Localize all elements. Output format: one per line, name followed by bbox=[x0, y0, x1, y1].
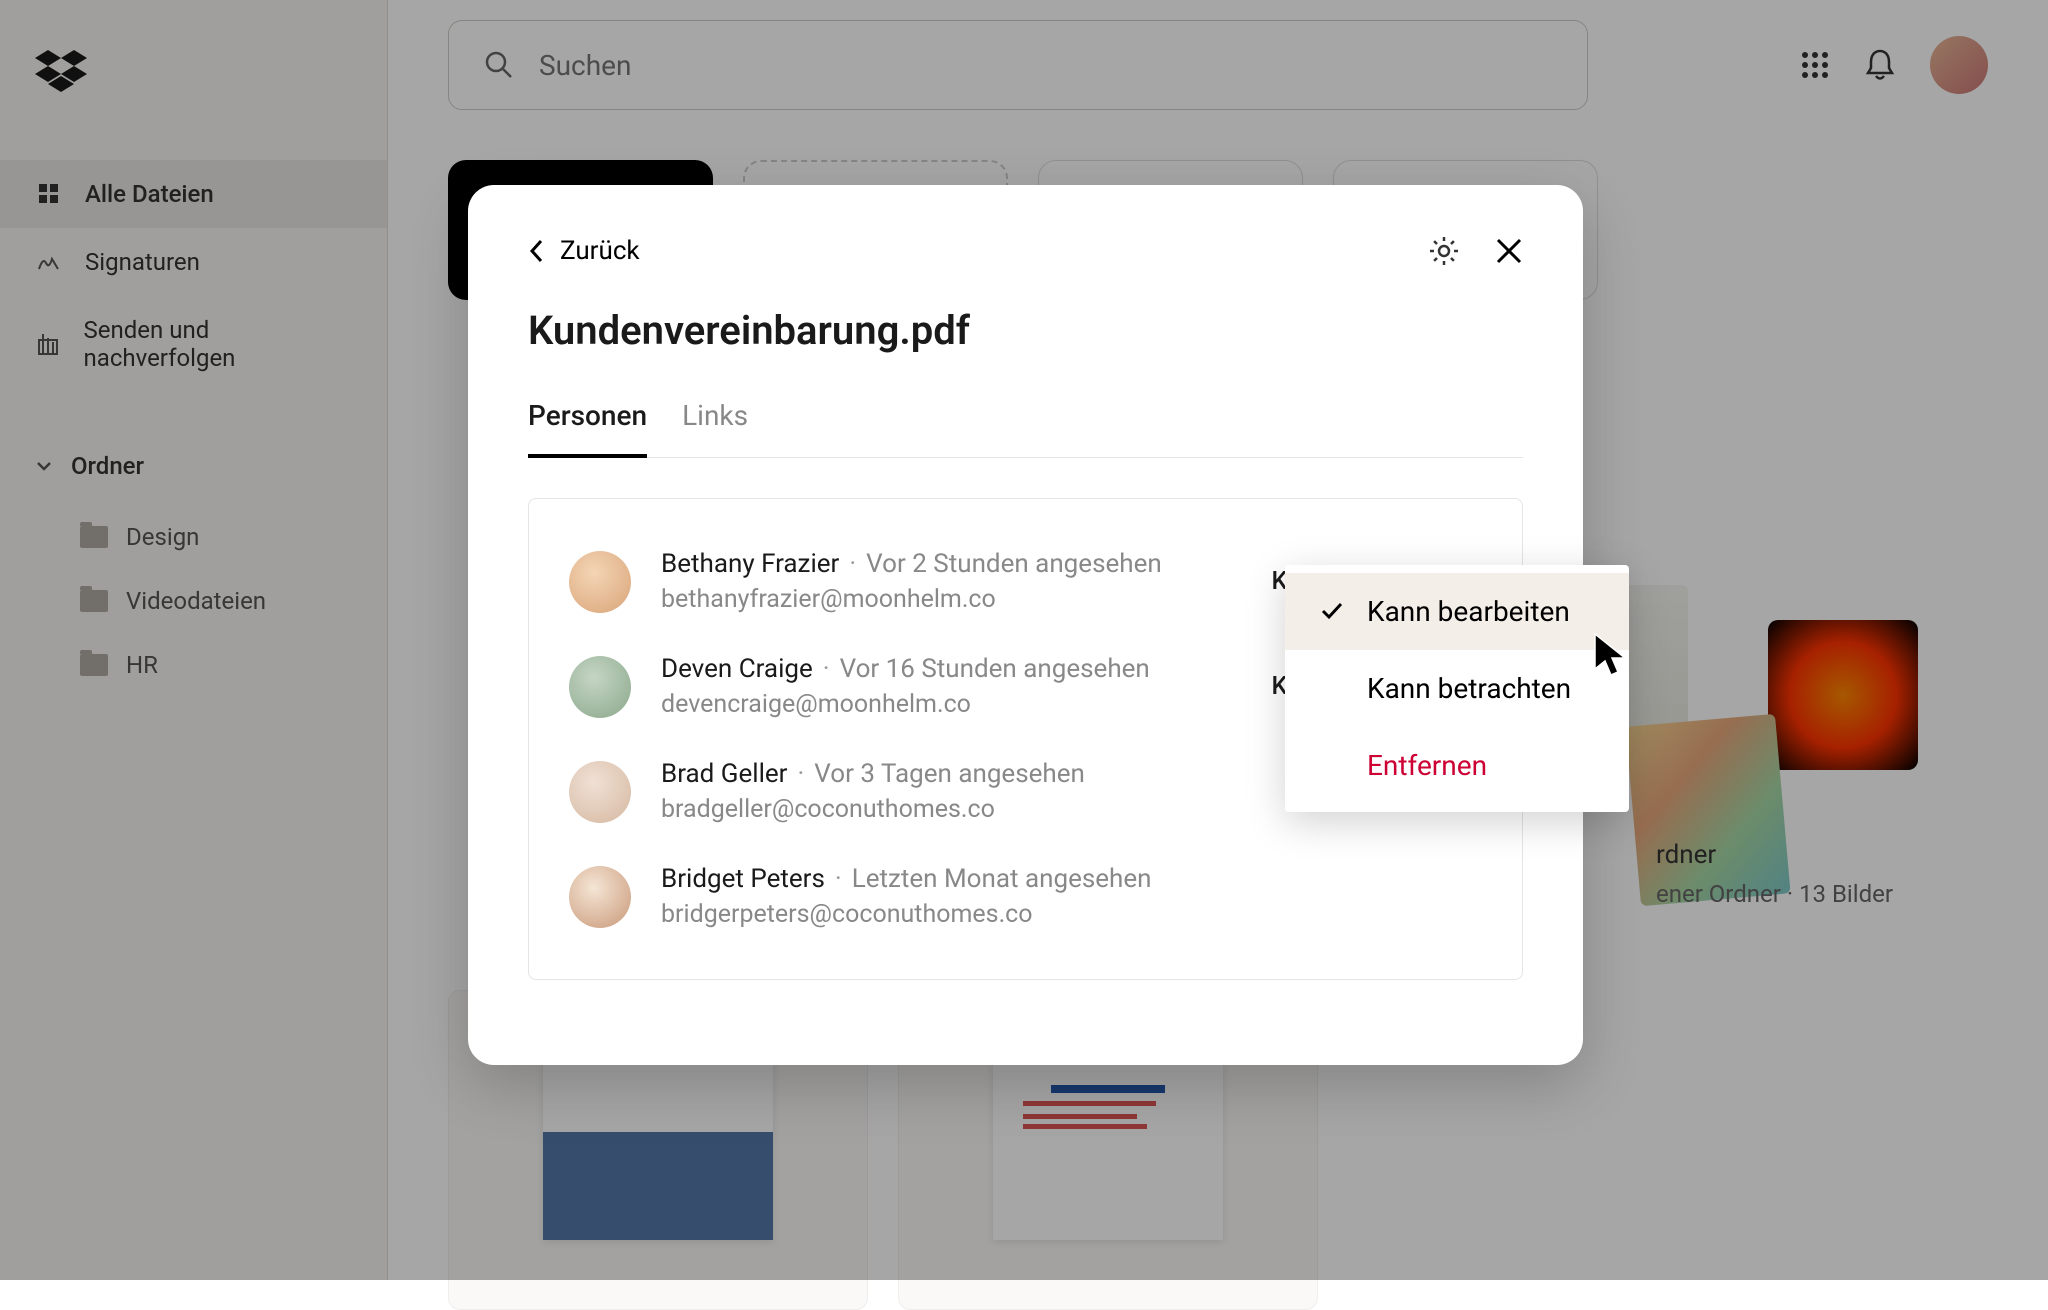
menu-item-label: Entfernen bbox=[1355, 749, 1594, 782]
person-name: Bridget Peters bbox=[661, 864, 825, 894]
person-avatar bbox=[569, 866, 631, 928]
person-name: Deven Craige bbox=[661, 654, 813, 684]
cursor-icon bbox=[1592, 631, 1634, 683]
person-meta: Letzten Monat angesehen bbox=[852, 864, 1152, 894]
person-avatar bbox=[569, 761, 631, 823]
modal-tabs: Personen Links bbox=[528, 399, 1523, 458]
gear-icon[interactable] bbox=[1428, 235, 1460, 267]
person-meta: Vor 16 Stunden angesehen bbox=[840, 654, 1150, 684]
close-icon[interactable] bbox=[1495, 237, 1523, 265]
menu-item-label: Kann betrachten bbox=[1355, 672, 1594, 705]
tab-links[interactable]: Links bbox=[682, 399, 748, 457]
back-button[interactable]: Zurück bbox=[528, 236, 640, 266]
person-email: bethanyfrazier@moonhelm.co bbox=[661, 585, 1241, 614]
back-label: Zurück bbox=[560, 236, 640, 266]
person-email: devencraige@moonhelm.co bbox=[661, 690, 1241, 719]
person-name: Bethany Frazier bbox=[661, 549, 839, 579]
person-meta: Vor 3 Tagen angesehen bbox=[814, 759, 1085, 789]
menu-item-label: Kann bearbeiten bbox=[1355, 595, 1594, 628]
menu-item-view[interactable]: Kann betrachten bbox=[1285, 650, 1629, 727]
menu-item-edit[interactable]: Kann bearbeiten bbox=[1285, 573, 1629, 650]
person-name: Brad Geller bbox=[661, 759, 788, 789]
permission-menu: Kann bearbeiten Kann betrachten Entferne… bbox=[1285, 565, 1629, 812]
menu-item-remove[interactable]: Entfernen bbox=[1285, 727, 1629, 804]
person-avatar bbox=[569, 656, 631, 718]
person-meta: Vor 2 Stunden angesehen bbox=[866, 549, 1162, 579]
tab-people[interactable]: Personen bbox=[528, 399, 647, 458]
modal-title: Kundenvereinbarung.pdf bbox=[528, 307, 1523, 354]
chevron-left-icon bbox=[528, 238, 544, 264]
person-avatar bbox=[569, 551, 631, 613]
check-icon bbox=[1320, 595, 1355, 628]
person-email: bridgerpeters@coconuthomes.co bbox=[661, 900, 1482, 929]
person-row: Bridget Peters·Letzten Monat angesehen b… bbox=[569, 844, 1482, 949]
